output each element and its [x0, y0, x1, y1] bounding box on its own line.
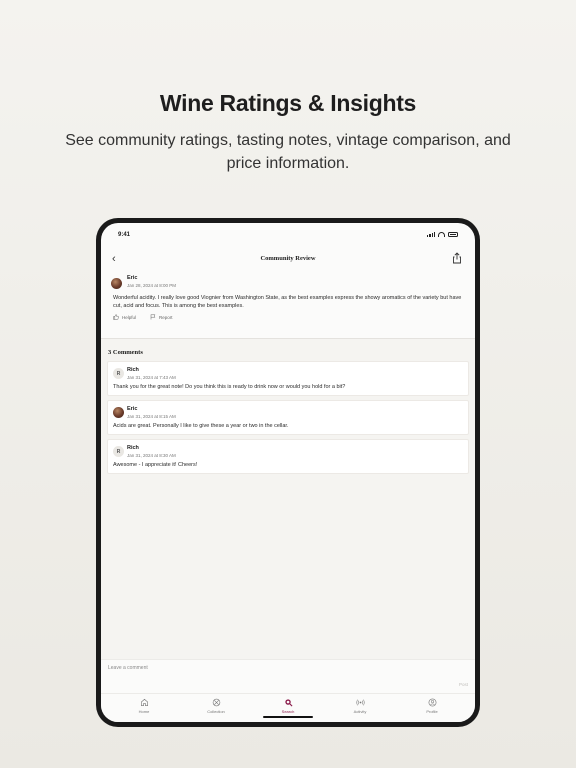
comment-text: Awesome - I appreciate it! Cheers! [113, 462, 198, 468]
status-icons [427, 232, 458, 237]
home-icon [140, 698, 148, 706]
comment-text: Acids are great. Personally I like to gi… [113, 423, 289, 429]
comment-composer: Leave a comment Post [101, 659, 475, 693]
page-title: Community Review [260, 255, 316, 262]
hero-title: Wine Ratings & Insights [159, 90, 417, 116]
tab-label: Collection [207, 709, 225, 714]
avatar: R [113, 368, 124, 379]
search-icon [284, 699, 292, 707]
tab-search[interactable]: Search [263, 698, 313, 714]
post-button[interactable]: Post [459, 682, 468, 687]
comment-input[interactable]: Leave a comment [108, 665, 148, 671]
activity-icon [355, 699, 365, 706]
tablet-frame: 9:41 ‹ Community Review Eric Jan 28, 202… [96, 218, 480, 727]
home-indicator[interactable] [263, 716, 313, 718]
comment-author: Eric [127, 406, 138, 412]
battery-icon [448, 232, 458, 237]
comment-date: Jan 31, 2024 at 8:30 AM [127, 453, 176, 458]
review-author: Eric [127, 275, 138, 281]
signal-icon [427, 232, 435, 237]
review-date: Jan 28, 2024 at 8:00 PM [127, 283, 177, 288]
avatar: R [113, 446, 124, 457]
thumbs-up-icon [113, 314, 119, 320]
comments-section: 3 Comments R Rich Jan 31, 2024 at 7:43 A… [101, 339, 475, 659]
tab-label: Activity [353, 709, 367, 714]
app-screen: 9:41 ‹ Community Review Eric Jan 28, 202… [101, 223, 475, 722]
tab-profile[interactable]: Profile [407, 698, 457, 714]
avatar [111, 278, 122, 289]
report-label: Report [159, 314, 173, 320]
report-button[interactable]: Report [150, 314, 173, 320]
review-actions: Helpful Report [113, 314, 173, 320]
tab-label: Profile [426, 709, 438, 714]
helpful-button[interactable]: Helpful [113, 314, 136, 320]
comment-author: Rich [127, 445, 139, 451]
comment-card: R Rich Jan 31, 2024 at 7:43 AM Thank you… [107, 361, 469, 396]
tab-activity[interactable]: Activity [335, 698, 385, 714]
comment-text: Thank you for the great note! Do you thi… [113, 384, 346, 390]
tab-bar: Home Collection Search Activity Profile [101, 693, 475, 722]
wifi-icon [438, 232, 445, 237]
comments-title: 3 Comments [108, 349, 143, 356]
flag-icon [150, 314, 156, 320]
comment-date: Jan 31, 2024 at 7:43 AM [127, 375, 176, 380]
review-text: Wonderful acidity. I really love good Vi… [113, 295, 462, 309]
comment-card: R Rich Jan 31, 2024 at 8:30 AM Awesome -… [107, 439, 469, 474]
status-time: 9:41 [118, 232, 131, 238]
share-icon[interactable] [451, 252, 463, 264]
tab-collection[interactable]: Collection [191, 698, 241, 714]
profile-icon [428, 698, 436, 707]
hero-subtitle: See community ratings, tasting notes, vi… [65, 132, 511, 172]
comment-date: Jan 31, 2024 at 8:15 AM [127, 414, 176, 419]
navigation-bar: ‹ Community Review [101, 248, 475, 270]
comment-author: Rich [127, 367, 139, 373]
tab-label: Search [281, 709, 295, 714]
avatar [113, 407, 124, 418]
tab-home[interactable]: Home [119, 698, 169, 714]
collection-icon [212, 698, 220, 707]
comment-card: Eric Jan 31, 2024 at 8:15 AM Acids are g… [107, 400, 469, 435]
tab-label: Home [138, 709, 150, 714]
helpful-label: Helpful [122, 314, 137, 320]
status-bar: 9:41 [101, 223, 475, 243]
